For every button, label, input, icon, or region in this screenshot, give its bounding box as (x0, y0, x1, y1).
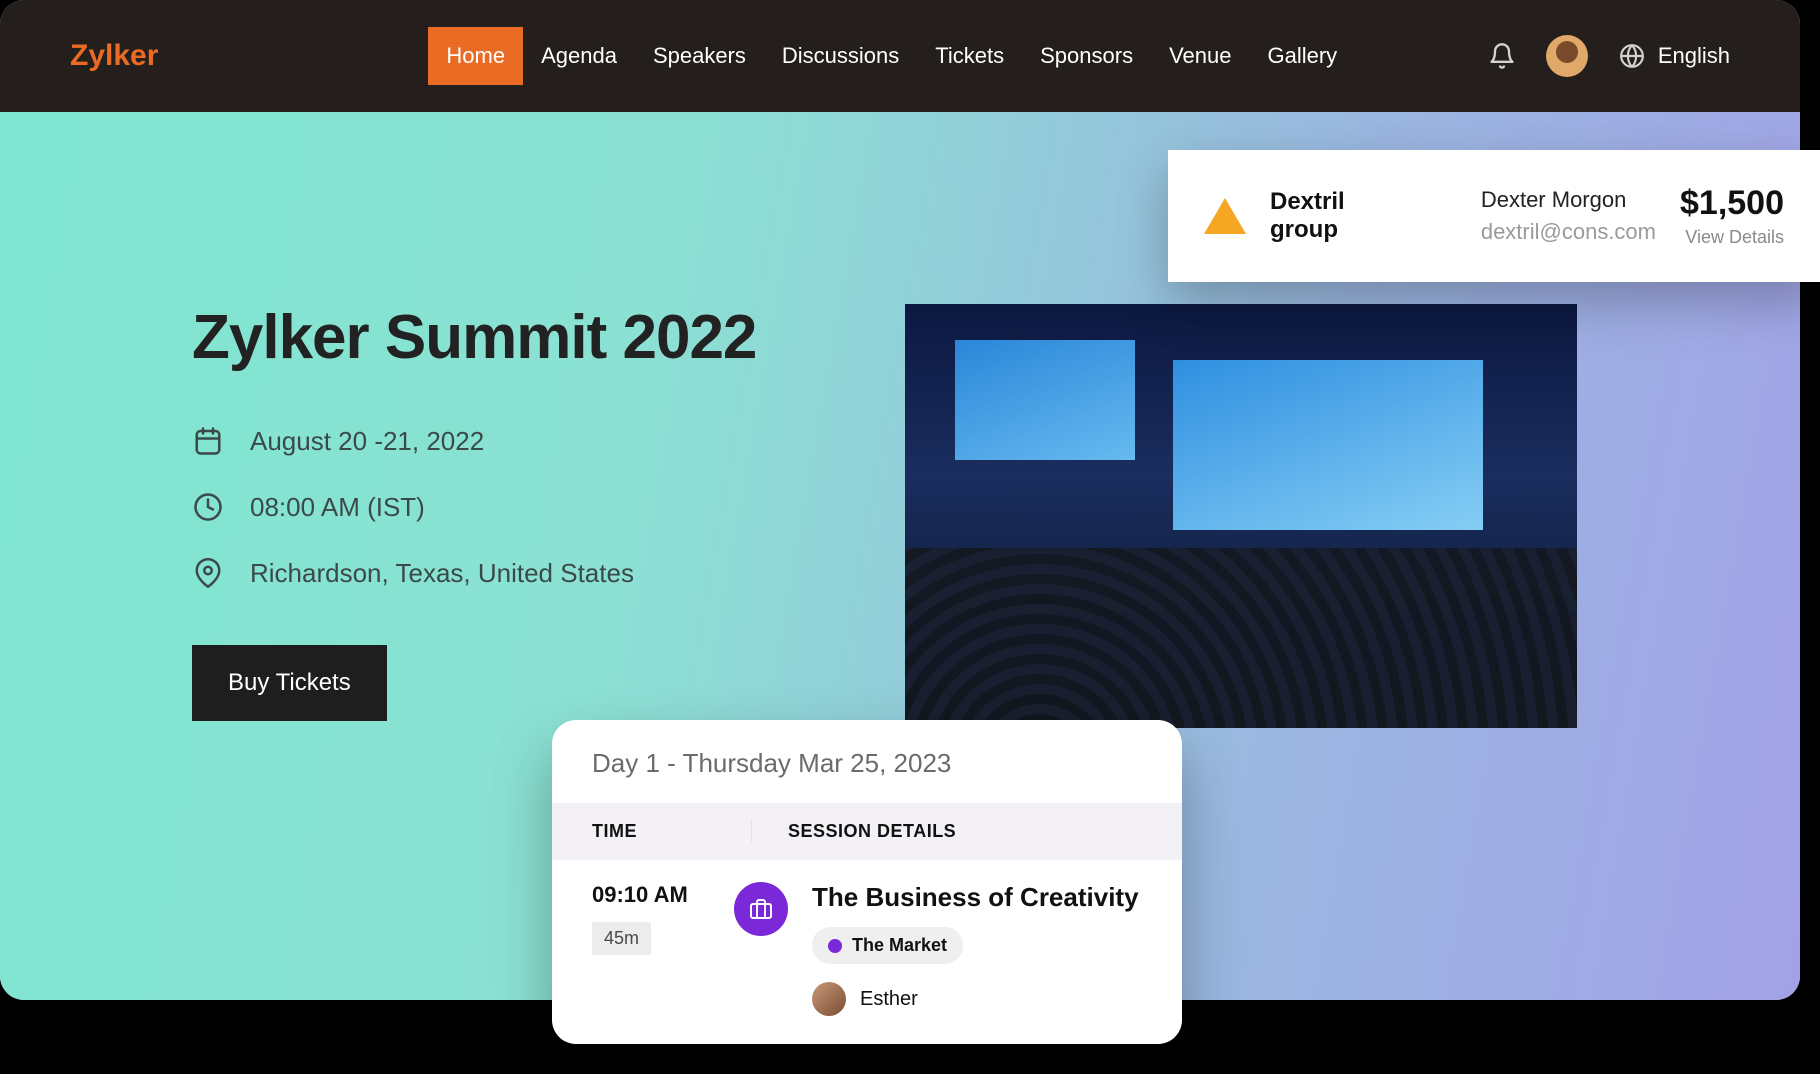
bell-icon[interactable] (1486, 40, 1518, 72)
sponsor-company: Dextril group (1270, 188, 1417, 244)
nav-speakers[interactable]: Speakers (635, 27, 764, 85)
location-icon (192, 557, 224, 589)
session-tag[interactable]: The Market (812, 927, 963, 964)
nav-home[interactable]: Home (428, 27, 523, 85)
nav-discussions[interactable]: Discussions (764, 27, 917, 85)
globe-icon (1616, 40, 1648, 72)
nav-gallery[interactable]: Gallery (1249, 27, 1355, 85)
view-details-link[interactable]: View Details (1680, 227, 1784, 248)
nav-sponsors[interactable]: Sponsors (1022, 27, 1151, 85)
tag-dot-icon (828, 939, 842, 953)
briefcase-icon (734, 882, 788, 936)
event-date: August 20 -21, 2022 (250, 426, 484, 457)
language-label: English (1658, 43, 1730, 69)
speaker-avatar (812, 982, 846, 1016)
sponsor-logo-icon (1204, 198, 1246, 234)
buy-tickets-button[interactable]: Buy Tickets (192, 645, 387, 721)
main-nav: Home Agenda Speakers Discussions Tickets… (428, 27, 1355, 85)
nav-tickets[interactable]: Tickets (917, 27, 1022, 85)
calendar-icon (192, 425, 224, 457)
nav-agenda[interactable]: Agenda (523, 27, 635, 85)
sponsor-card: Dextril group Dexter Morgon dextril@cons… (1168, 150, 1820, 282)
sponsor-contact-email: dextril@cons.com (1481, 219, 1656, 245)
agenda-header-session: SESSION DETAILS (752, 821, 956, 842)
session-title[interactable]: The Business of Creativity (812, 882, 1139, 913)
event-time-row: 08:00 AM (IST) (192, 491, 892, 523)
session-speaker[interactable]: Esther (812, 982, 1139, 1016)
event-location: Richardson, Texas, United States (250, 558, 634, 589)
clock-icon (192, 491, 224, 523)
topbar: Zylker Home Agenda Speakers Discussions … (0, 0, 1800, 112)
hero-image (905, 304, 1577, 728)
avatar[interactable] (1546, 35, 1588, 77)
session-time: 09:10 AM (592, 882, 752, 908)
event-time: 08:00 AM (IST) (250, 492, 425, 523)
agenda-day-label: Day 1 - Thursday Mar 25, 2023 (552, 720, 1182, 803)
speaker-name: Esther (860, 988, 918, 1011)
session-tag-label: The Market (852, 935, 947, 956)
language-selector[interactable]: English (1616, 40, 1730, 72)
brand-logo[interactable]: Zylker (70, 39, 158, 73)
event-location-row: Richardson, Texas, United States (192, 557, 892, 589)
agenda-card: Day 1 - Thursday Mar 25, 2023 TIME SESSI… (552, 720, 1182, 1044)
agenda-row: 09:10 AM 45m The Business of Creativity … (552, 860, 1182, 1016)
event-date-row: August 20 -21, 2022 (192, 425, 892, 457)
sponsor-contact-name: Dexter Morgon (1481, 187, 1656, 213)
event-title: Zylker Summit 2022 (192, 302, 892, 373)
sponsor-amount: $1,500 (1680, 184, 1784, 223)
nav-venue[interactable]: Venue (1151, 27, 1249, 85)
session-duration: 45m (592, 922, 651, 955)
agenda-header-time: TIME (592, 821, 752, 842)
